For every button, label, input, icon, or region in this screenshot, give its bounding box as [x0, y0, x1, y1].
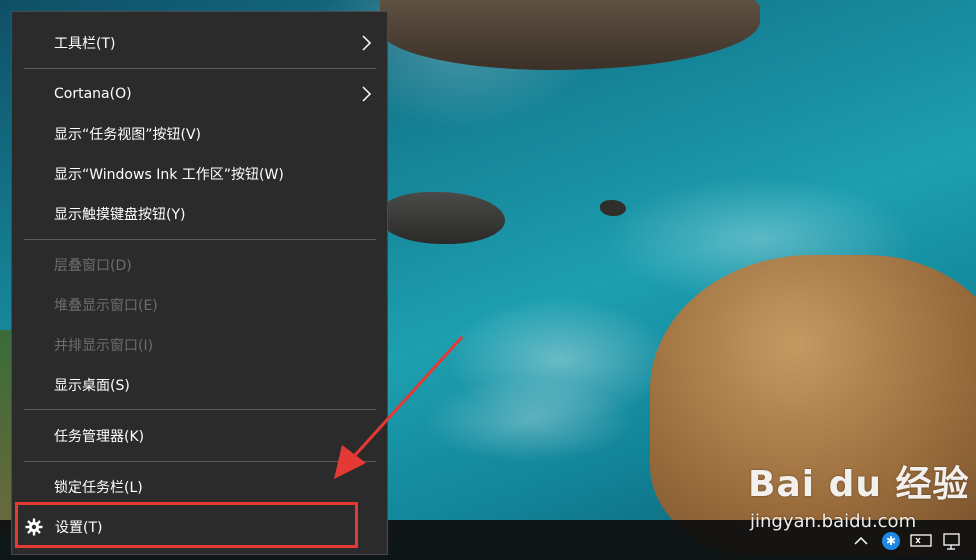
menu-item-task-manager[interactable]: 任务管理器(K) — [12, 417, 387, 455]
menu-item-show-desktop[interactable]: 显示桌面(S) — [12, 366, 387, 404]
menu-separator — [24, 239, 376, 240]
menu-item-label: 堆叠显示窗口(E) — [54, 298, 158, 314]
desktop: ✱ Bai du 经验 jingyan.baidu.com 工具栏(T) Cor… — [0, 0, 976, 560]
menu-item-label: 并排显示窗口(I) — [54, 338, 154, 354]
menu-separator — [24, 409, 376, 410]
menu-item-lock-taskbar[interactable]: 锁定任务栏(L) — [12, 468, 387, 506]
menu-item-label: 显示“任务视图”按钮(V) — [54, 127, 202, 143]
menu-item-label: 显示触摸键盘按钮(Y) — [54, 207, 186, 223]
menu-separator — [24, 68, 376, 69]
menu-item-side-by-side: 并排显示窗口(I) — [12, 326, 387, 364]
app-tray-icon[interactable]: ✱ — [880, 530, 902, 552]
wallpaper-rock — [650, 255, 976, 555]
monitor-icon[interactable] — [940, 530, 964, 552]
chevron-right-icon — [362, 35, 372, 51]
menu-item-show-touch-keyboard[interactable]: 显示触摸键盘按钮(Y) — [12, 195, 387, 233]
menu-item-show-windows-ink[interactable]: 显示“Windows Ink 工作区”按钮(W) — [12, 155, 387, 193]
menu-item-label: 显示“Windows Ink 工作区”按钮(W) — [54, 167, 284, 183]
menu-item-label: Cortana(O) — [54, 86, 132, 102]
wallpaper-rock — [600, 200, 626, 216]
gear-icon — [25, 518, 43, 536]
menu-item-label: 工具栏(T) — [54, 36, 116, 52]
menu-item-label: 显示桌面(S) — [54, 378, 130, 394]
menu-item-label: 设置(T) — [55, 520, 103, 536]
menu-item-label: 层叠窗口(D) — [54, 258, 132, 274]
taskbar-context-menu: 工具栏(T) Cortana(O) 显示“任务视图”按钮(V) 显示“Windo… — [11, 11, 388, 555]
menu-separator — [24, 461, 376, 462]
network-icon[interactable] — [908, 530, 934, 552]
menu-item-show-task-view[interactable]: 显示“任务视图”按钮(V) — [12, 115, 387, 153]
menu-item-stack-windows: 堆叠显示窗口(E) — [12, 286, 387, 324]
chevron-up-icon[interactable] — [851, 530, 871, 552]
chevron-right-icon — [362, 86, 372, 102]
menu-item-toolbars[interactable]: 工具栏(T) — [12, 24, 387, 62]
menu-item-label: 锁定任务栏(L) — [54, 480, 143, 496]
menu-item-settings[interactable]: 设置(T) — [12, 508, 387, 546]
wallpaper-rock — [380, 192, 505, 244]
menu-item-label: 任务管理器(K) — [54, 429, 145, 445]
menu-item-cascade-windows: 层叠窗口(D) — [12, 246, 387, 284]
wallpaper-rock — [380, 0, 760, 70]
menu-item-cortana[interactable]: Cortana(O) — [12, 75, 387, 113]
